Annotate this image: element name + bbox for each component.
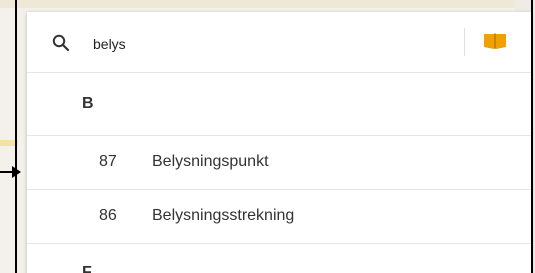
item-label: Belysningspunkt: [152, 153, 269, 170]
search-panel: B 87 Belysningspunkt 86 Belysningsstrekn…: [27, 12, 531, 273]
group-header: F: [27, 244, 531, 273]
map-road: [0, 0, 535, 8]
search-input[interactable]: [93, 33, 453, 55]
item-label: Belysningsstrekning: [152, 207, 295, 224]
catalog-button[interactable]: [479, 30, 511, 56]
frame-border: [531, 0, 533, 273]
book-icon: [483, 32, 507, 55]
map-background: B 87 Belysningspunkt 86 Belysningsstrekn…: [0, 0, 535, 273]
arrow-right-icon: [0, 165, 22, 179]
group-letter: B: [82, 95, 94, 112]
list-item[interactable]: 87 Belysningspunkt: [27, 136, 531, 190]
search-bar: [27, 12, 531, 73]
group-header: B: [27, 73, 531, 136]
group-letter: F: [82, 264, 92, 273]
search-icon: [52, 34, 70, 52]
list-item[interactable]: 86 Belysningsstrekning: [27, 190, 531, 244]
search-divider: [464, 28, 465, 56]
item-code: 87: [99, 153, 117, 170]
item-code: 86: [99, 207, 117, 224]
frame-border: [15, 0, 17, 273]
